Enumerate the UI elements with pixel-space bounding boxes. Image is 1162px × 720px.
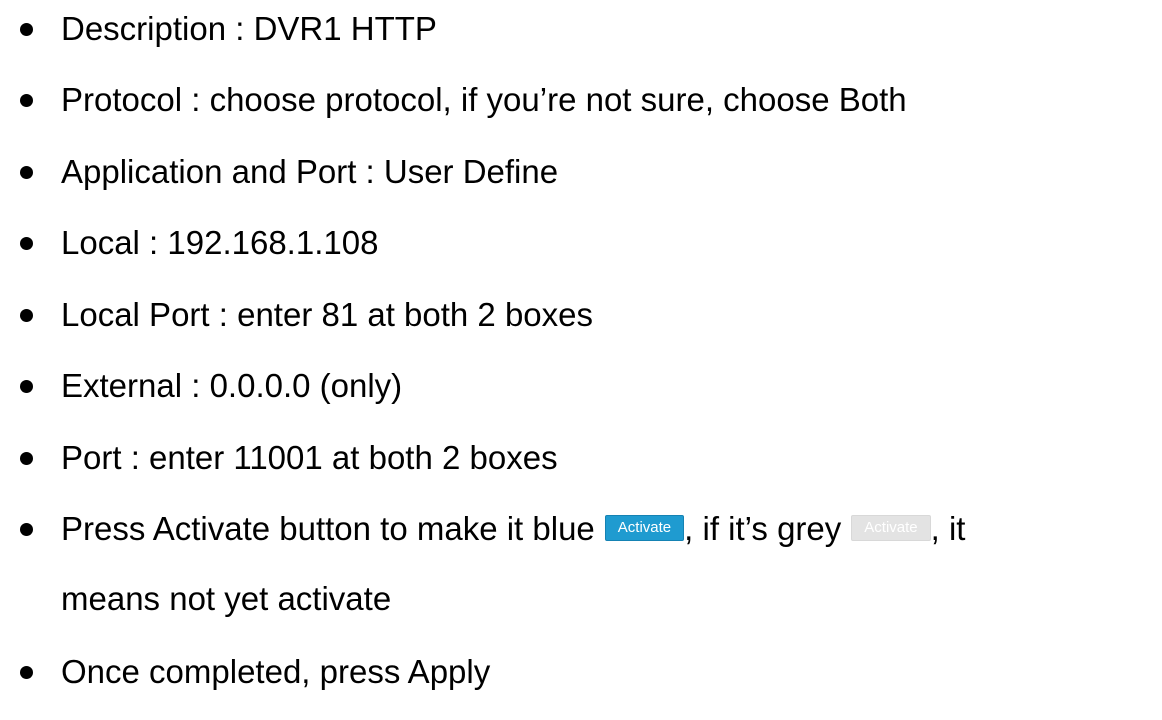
activate-button-blue: Activate	[604, 515, 685, 541]
bullet-icon	[20, 666, 33, 679]
list-item-text: Protocol : choose protocol, if you’re no…	[61, 81, 907, 118]
list-item-text: Local Port : enter 81 at both 2 boxes	[61, 296, 594, 333]
list-item-text: Application and Port : User Define	[61, 153, 559, 190]
activate-text-before: Press Activate button to make it blue	[61, 510, 595, 547]
bullet-icon	[20, 380, 33, 393]
list-item-text: Local : 192.168.1.108	[61, 224, 379, 261]
list-item-text: Once completed, press Apply	[61, 653, 491, 690]
document-page: Description : DVR1 HTTP Protocol : choos…	[0, 0, 1162, 720]
bullet-icon	[20, 23, 33, 36]
list-item-text: Press Activate button to make it blue Act…	[61, 511, 965, 617]
activate-text-line2: means not yet activate	[61, 580, 392, 617]
bullet-icon	[20, 94, 33, 107]
activate-text-after: , it	[930, 510, 966, 547]
activate-text-middle: , if it’s grey	[684, 510, 842, 547]
list-item-activate: Press Activate button to make it blue Act…	[0, 511, 1162, 621]
bullet-icon	[20, 523, 33, 536]
activate-button-grey: Activate	[851, 515, 931, 541]
list-item-text: Description : DVR1 HTTP	[61, 10, 437, 47]
list-item-text: External : 0.0.0.0 (only)	[61, 367, 403, 404]
list-item-text: Port : enter 11001 at both 2 boxes	[61, 439, 558, 476]
bullet-icon	[20, 166, 33, 179]
bullet-icon	[20, 309, 33, 322]
bullet-icon	[20, 452, 33, 465]
bullet-icon	[20, 237, 33, 250]
